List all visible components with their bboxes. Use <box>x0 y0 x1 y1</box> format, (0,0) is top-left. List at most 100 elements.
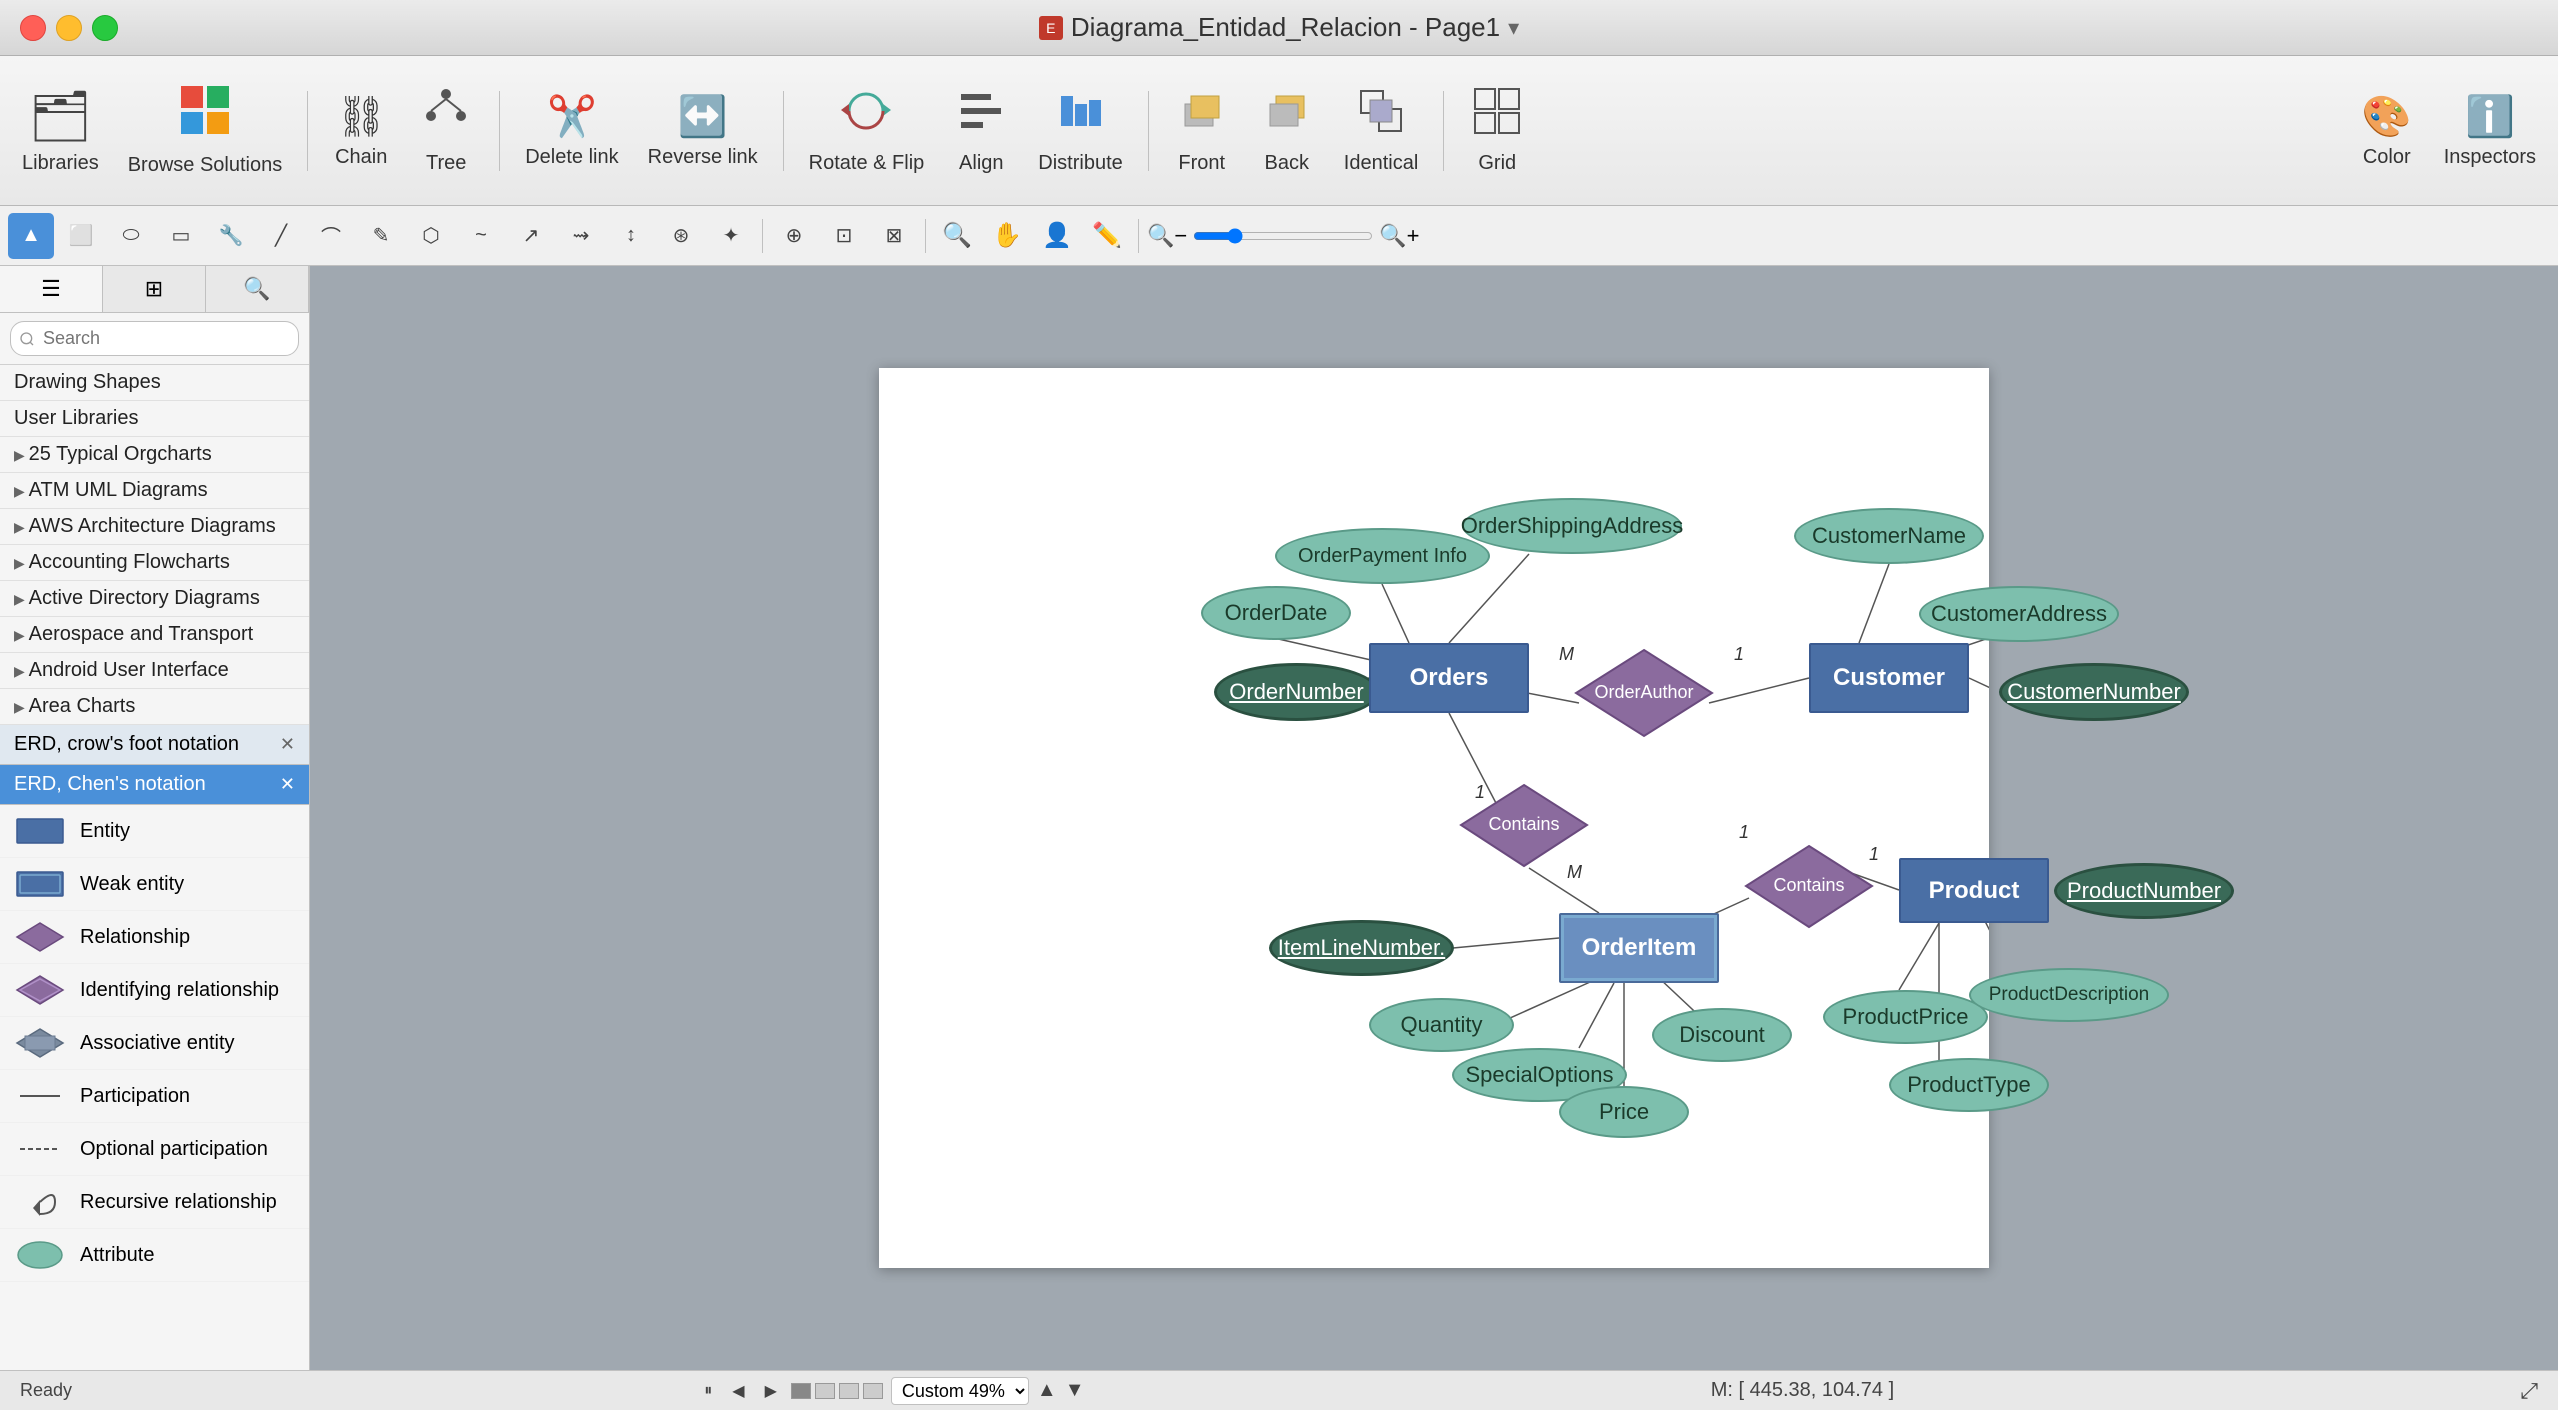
prev-page-button[interactable]: ◀ <box>726 1379 750 1403</box>
toolbar-inspectors[interactable]: ℹ️ Inspectors <box>2432 85 2548 177</box>
ellipse-tool[interactable]: ⬭ <box>108 213 154 259</box>
sidebar-item-user-libraries[interactable]: User Libraries <box>0 401 309 437</box>
search-input[interactable] <box>10 321 299 356</box>
zigzag-tool[interactable]: ⇝ <box>558 213 604 259</box>
node-ordershipping[interactable]: OrderShippingAddress <box>1462 498 1682 554</box>
sidebar-item-android[interactable]: Android User Interface <box>0 653 309 689</box>
node-contains2[interactable]: Contains <box>1744 844 1874 929</box>
pen-tool[interactable]: ✏️ <box>1084 213 1130 259</box>
erd-crows-close-icon[interactable]: ✕ <box>280 734 295 755</box>
node-price[interactable]: Price <box>1559 1086 1689 1138</box>
canvas[interactable]: M 1 1 M 1 1 OrderShippingAddress OrderPa… <box>879 368 1989 1268</box>
node-orderdate[interactable]: OrderDate <box>1201 586 1351 640</box>
toolbar-chain[interactable]: ⛓ Chain <box>321 85 401 177</box>
user-tool[interactable]: 👤 <box>1034 213 1080 259</box>
node-itemlinenumber[interactable]: ItemLineNumber. <box>1269 920 1454 976</box>
toolbar-color[interactable]: 🎨 Color <box>2347 85 2427 177</box>
orthogonal-tool[interactable]: ↕ <box>608 213 654 259</box>
toolbar-browse-solutions[interactable]: Browse Solutions <box>116 76 295 185</box>
sidebar-tab-grid[interactable]: ⊞ <box>103 266 206 312</box>
shape-relationship[interactable]: Relationship <box>0 911 309 964</box>
text-tool[interactable]: ▭ <box>158 213 204 259</box>
sidebar-item-area-charts[interactable]: Area Charts <box>0 689 309 725</box>
sidebar-item-orgcharts[interactable]: 25 Typical Orgcharts <box>0 437 309 473</box>
freehand-tool[interactable]: ✎ <box>358 213 404 259</box>
fit-page-tool[interactable]: ⊕ <box>771 213 817 259</box>
dropdown-arrow-icon[interactable]: ▾ <box>1508 15 1519 41</box>
close-button[interactable] <box>20 15 46 41</box>
sidebar-item-active-directory[interactable]: Active Directory Diagrams <box>0 581 309 617</box>
node-orders[interactable]: Orders <box>1369 643 1529 713</box>
node-quantity[interactable]: Quantity <box>1369 998 1514 1052</box>
node-customername[interactable]: CustomerName <box>1794 508 1984 564</box>
toolbar-libraries[interactable]: 🗂 Libraries <box>10 79 111 183</box>
node-producttype[interactable]: ProductType <box>1889 1058 2049 1112</box>
pause-button[interactable]: ⏸ <box>698 1380 718 1402</box>
zoom-select[interactable]: Custom 49% 25% 50% 75% 100% <box>891 1377 1029 1405</box>
toolbar-back[interactable]: Back <box>1247 78 1327 183</box>
maximize-button[interactable] <box>92 15 118 41</box>
toolbar-front[interactable]: Front <box>1162 78 1242 183</box>
shape-optional-participation[interactable]: Optional participation <box>0 1123 309 1176</box>
curve-tool[interactable]: ↗ <box>508 213 554 259</box>
node-productdescription[interactable]: ProductDescription <box>1969 968 2169 1022</box>
shape-identifying-relationship[interactable]: Identifying relationship <box>0 964 309 1017</box>
expand-button[interactable]: ⤢ <box>2520 1378 2538 1404</box>
sidebar-tab-list[interactable]: ☰ <box>0 266 103 312</box>
erd-chens-close-icon[interactable]: ✕ <box>280 774 295 795</box>
zoom-down-button[interactable]: ▼ <box>1065 1379 1085 1402</box>
zoom-up-button[interactable]: ▲ <box>1037 1379 1057 1402</box>
node-orderauthor[interactable]: OrderAuthor <box>1574 648 1714 738</box>
select-tool[interactable]: ▲ <box>8 213 54 259</box>
toolbar-align[interactable]: Align <box>941 78 1021 183</box>
entity-conn-tool[interactable]: ⊛ <box>658 213 704 259</box>
node-productnumber[interactable]: ProductNumber <box>2054 863 2234 919</box>
node-contains1[interactable]: Contains <box>1459 783 1589 868</box>
bezier-tool[interactable]: ~ <box>458 213 504 259</box>
line-tool[interactable]: ╱ <box>258 213 304 259</box>
sidebar-item-accounting[interactable]: Accounting Flowcharts <box>0 545 309 581</box>
toolbar-reverse-link[interactable]: ↔️ Reverse link <box>636 85 770 177</box>
toolbar-tree[interactable]: Tree <box>406 78 486 183</box>
toolbar-rotate-flip[interactable]: Rotate & Flip <box>797 78 937 183</box>
erd-chens-header[interactable]: ERD, Chen's notation ✕ <box>0 765 309 805</box>
page-dot-4[interactable] <box>863 1383 883 1399</box>
node-ordernumber[interactable]: OrderNumber <box>1214 663 1379 721</box>
zoom-out-tool[interactable]: 🔍 <box>934 213 980 259</box>
toolbar-distribute[interactable]: Distribute <box>1026 78 1134 183</box>
page-dot-3[interactable] <box>839 1383 859 1399</box>
pan-tool[interactable]: ✋ <box>984 213 1030 259</box>
shape-attribute[interactable]: Attribute <box>0 1229 309 1282</box>
arc-tool[interactable]: ⌒ <box>308 213 354 259</box>
zoom-out-button[interactable]: 🔍− <box>1147 223 1187 249</box>
special-tool[interactable]: ✦ <box>708 213 754 259</box>
sidebar-tab-search[interactable]: 🔍 <box>206 266 309 312</box>
shape-associative-entity[interactable]: Associative entity <box>0 1017 309 1070</box>
sidebar-item-drawing-shapes[interactable]: Drawing Shapes <box>0 365 309 401</box>
page-dot-1[interactable] <box>791 1383 811 1399</box>
zoom-in-button[interactable]: 🔍+ <box>1379 223 1419 249</box>
node-orderpayment[interactable]: OrderPayment Info <box>1275 528 1490 584</box>
node-productprice[interactable]: ProductPrice <box>1823 990 1988 1044</box>
sidebar-item-aws[interactable]: AWS Architecture Diagrams <box>0 509 309 545</box>
shape-weak-entity[interactable]: Weak entity <box>0 858 309 911</box>
sidebar-item-atm-uml[interactable]: ATM UML Diagrams <box>0 473 309 509</box>
node-customeraddress[interactable]: CustomerAddress <box>1919 586 2119 642</box>
shape-entity[interactable]: Entity <box>0 805 309 858</box>
node-product[interactable]: Product <box>1899 858 2049 923</box>
node-customer[interactable]: Customer <box>1809 643 1969 713</box>
rect-tool[interactable]: ⬜ <box>58 213 104 259</box>
page-dot-2[interactable] <box>815 1383 835 1399</box>
shape-participation[interactable]: Participation <box>0 1070 309 1123</box>
toolbar-delete-link[interactable]: ✂️ Delete link <box>513 85 630 177</box>
erd-crows-foot-header[interactable]: ERD, crow's foot notation ✕ <box>0 725 309 765</box>
toolbar-identical[interactable]: Identical <box>1332 78 1431 183</box>
node-orderitem[interactable]: OrderItem <box>1559 913 1719 983</box>
connector-tool[interactable]: 🔧 <box>208 213 254 259</box>
sidebar-item-aerospace[interactable]: Aerospace and Transport <box>0 617 309 653</box>
minimize-button[interactable] <box>56 15 82 41</box>
node-discount[interactable]: Discount <box>1652 1008 1792 1062</box>
node-customernumber[interactable]: CustomerNumber <box>1999 663 2189 721</box>
shape-recursive-relationship[interactable]: Recursive relationship <box>0 1176 309 1229</box>
next-page-button[interactable]: ▶ <box>759 1379 783 1403</box>
